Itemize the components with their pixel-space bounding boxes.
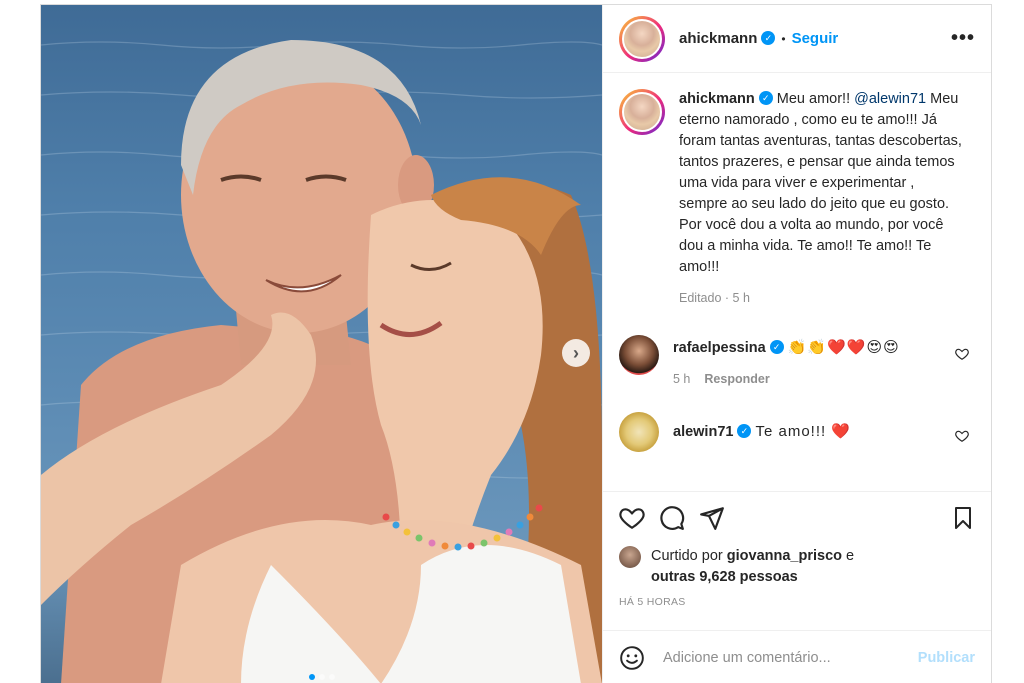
publish-button[interactable]: Publicar [918, 650, 975, 666]
likes-others-link[interactable]: outras 9,628 pessoas [651, 569, 798, 585]
post-actions: Curtido por giovanna_prisco e outras 9,6… [603, 491, 991, 608]
author-username-text: ahickmann [679, 30, 758, 47]
reply-button[interactable]: Responder [704, 372, 769, 386]
likes-conj: e [842, 548, 855, 564]
verified-badge-icon: ✓ [769, 340, 784, 355]
commenter-username[interactable]: alewin71 [673, 424, 733, 440]
verified-badge-icon: ✓ [758, 91, 773, 106]
post-header: ahickmann ✓ • Seguir ••• [603, 5, 991, 73]
action-bar [619, 492, 975, 544]
chevron-right-icon: › [573, 342, 579, 363]
caption-time[interactable]: 5 h [733, 291, 750, 305]
share-paper-plane-icon[interactable] [699, 505, 725, 531]
comments-list[interactable]: ahickmann ✓ Meu amor!! @alewin71 Meu eter… [603, 73, 991, 491]
edited-label: Editado [679, 291, 722, 305]
liker-avatar[interactable] [619, 546, 641, 568]
comment-item: alewin71 ✓ Te amo!!! ❤️ [619, 412, 975, 452]
photo-illustration [41, 40, 602, 683]
likes-prefix: Curtido por [651, 548, 727, 564]
carousel-indicator [41, 674, 602, 680]
comment-item: rafaelpessina ✓ 👏👏❤️❤️😍😍 5 h Responder [619, 335, 975, 390]
caption-lead: Meu amor!! [776, 91, 855, 107]
post-side-panel: ahickmann ✓ • Seguir ••• ahickmann ✓ Meu a… [602, 5, 991, 683]
separator-dot: • [781, 31, 786, 46]
comment-like-heart-icon[interactable] [955, 347, 969, 361]
carousel-dot-active [308, 674, 315, 680]
save-bookmark-icon[interactable] [951, 505, 975, 531]
caption-mention-link[interactable]: @alewin71 [854, 91, 926, 107]
verified-badge-icon: ✓ [737, 424, 752, 439]
instagram-post: › ahickmann ✓ • Seguir ••• ahickmann ✓ M… [40, 4, 992, 683]
comment-body: alewin71 ✓ Te amo!!! ❤️ [673, 412, 851, 452]
post-caption: ahickmann ✓ Meu amor!! @alewin71 Meu eter… [619, 89, 975, 309]
author-avatar[interactable] [619, 15, 665, 62]
commenter-username[interactable]: rafaelpessina [673, 340, 766, 356]
comment-body: rafaelpessina ✓ 👏👏❤️❤️😍😍 5 h Responder [673, 335, 900, 390]
more-options-icon[interactable]: ••• [951, 27, 975, 50]
comment-time[interactable]: 5 h [673, 372, 690, 386]
comment-bubble-icon[interactable] [659, 505, 685, 531]
caption-meta: Editado · 5 h [679, 288, 965, 309]
caption-username[interactable]: ahickmann [679, 91, 755, 107]
commenter-avatar[interactable] [619, 412, 659, 452]
like-heart-icon[interactable] [619, 505, 645, 531]
comment-input[interactable] [663, 649, 918, 666]
comment-meta: 5 h Responder [673, 369, 900, 390]
comment-text: Te amo!!! ❤️ [755, 423, 852, 440]
author-username[interactable]: ahickmann ✓ [679, 30, 776, 47]
caption-body: Meu eterno namorado , como eu te amo!!! … [679, 91, 962, 275]
likes-text: Curtido por giovanna_prisco e outras 9,6… [651, 546, 854, 588]
avatar-image [622, 92, 662, 132]
emoji-smiley-icon[interactable] [619, 645, 645, 671]
liker-username[interactable]: giovanna_prisco [727, 548, 842, 564]
post-timestamp[interactable]: HÁ 5 HORAS [619, 596, 975, 608]
add-comment-bar: Publicar [603, 630, 991, 683]
commenter-avatar[interactable] [619, 335, 659, 375]
carousel-dot [318, 674, 325, 680]
caption-author-avatar[interactable] [619, 89, 665, 135]
follow-button[interactable]: Seguir [792, 30, 839, 47]
post-photo[interactable]: › [41, 5, 602, 683]
carousel-next-button[interactable]: › [562, 339, 590, 367]
verified-badge-icon: ✓ [761, 31, 776, 46]
carousel-dot [328, 674, 335, 680]
caption-text: ahickmann ✓ Meu amor!! @alewin71 Meu eter… [679, 89, 965, 309]
comment-text: 👏👏❤️❤️😍😍 [787, 339, 900, 356]
meta-separator: · [721, 291, 733, 305]
comment-like-heart-icon[interactable] [955, 429, 969, 443]
likes-summary: Curtido por giovanna_prisco e outras 9,6… [619, 546, 975, 588]
avatar-image [622, 18, 662, 59]
page: › ahickmann ✓ • Seguir ••• ahickmann ✓ M… [0, 0, 1024, 683]
